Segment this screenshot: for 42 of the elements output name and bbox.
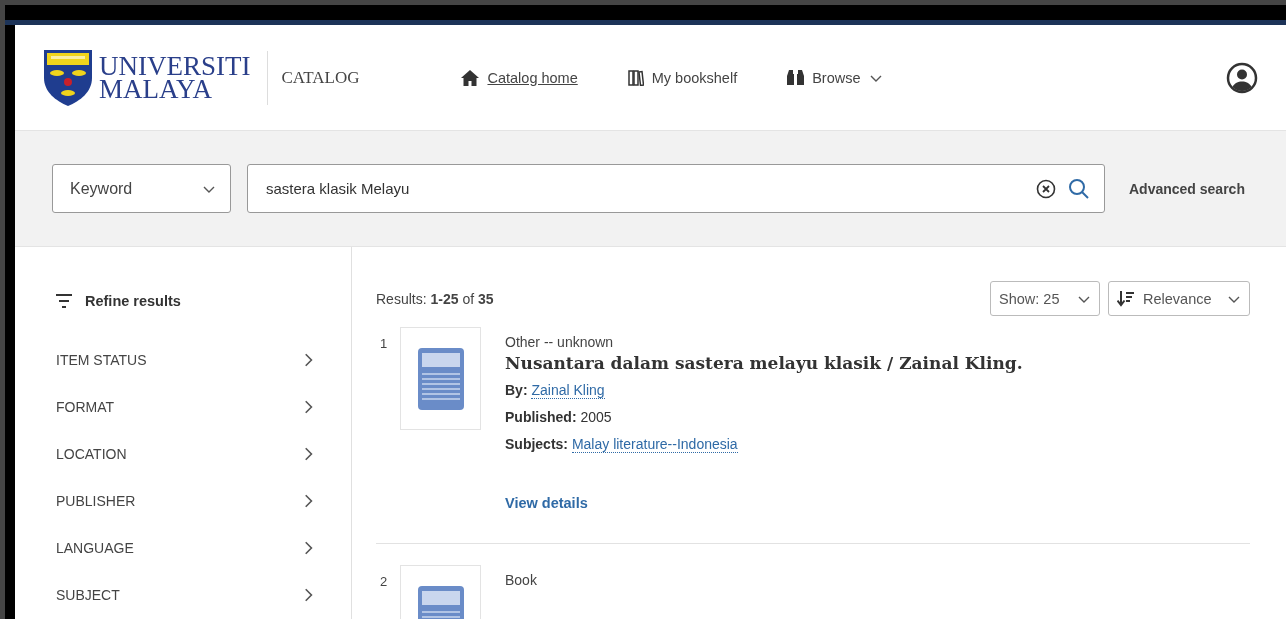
- field-link[interactable]: Zainal Kling: [531, 382, 605, 399]
- field-label: Published:: [505, 409, 577, 425]
- advanced-search-link[interactable]: Advanced search: [1129, 180, 1245, 197]
- format-label: Other -- unknown: [505, 334, 615, 350]
- facet-toggle[interactable]: LANGUAGE: [56, 524, 316, 571]
- field-label: By:: [505, 382, 528, 398]
- clear-icon[interactable]: [1036, 178, 1056, 199]
- catalog-label: CATALOG: [281, 67, 360, 88]
- field-label: Subjects:: [505, 436, 568, 452]
- search-input[interactable]: sastera klasik Melayu: [264, 179, 1024, 198]
- user-account-icon[interactable]: [1226, 61, 1258, 94]
- home-icon: [461, 69, 480, 86]
- facet-toggle[interactable]: FORMAT: [56, 383, 316, 430]
- result-number: 2: [380, 573, 389, 591]
- facet-toggle[interactable]: LOCATION: [56, 430, 316, 477]
- sort-icon: [1117, 290, 1135, 307]
- results-count: Results: 1-25 of 35: [376, 290, 494, 307]
- facet-toggle[interactable]: PUBLISHER: [56, 477, 316, 524]
- facet-toggle[interactable]: SUBJECT: [56, 571, 316, 618]
- result-title[interactable]: Nusantara dalam sastera melayu klasik / Zainal Kling.: [505, 353, 1023, 373]
- facet-toggle[interactable]: ITEM STATUS: [56, 336, 316, 383]
- field-link[interactable]: Malay literature--Indonesia: [571, 436, 738, 453]
- books-icon: [627, 69, 644, 86]
- document-icon: [417, 347, 464, 410]
- filter-icon: [56, 294, 72, 308]
- search-type-select[interactable]: Keyword: [52, 164, 231, 213]
- binoculars-icon: [787, 70, 805, 85]
- nav-link[interactable]: Catalog home: [461, 69, 578, 86]
- search-icon[interactable]: [1068, 177, 1090, 200]
- nav-link[interactable]: Browse: [787, 69, 883, 86]
- nav-link[interactable]: My bookshelf: [627, 69, 738, 86]
- format-label: Book: [505, 572, 537, 588]
- refine-results-title: Refine results: [85, 293, 181, 309]
- field-value: 2005: [580, 409, 612, 425]
- sort-select[interactable]: Relevance: [1108, 281, 1250, 316]
- university-name: UNIVERSITI MALAYA: [99, 54, 251, 101]
- cover-thumbnail[interactable]: [400, 327, 481, 430]
- crest-logo: [43, 48, 93, 107]
- search-field[interactable]: sastera klasik Melayu: [247, 164, 1105, 213]
- view-details-link[interactable]: View details: [505, 495, 1023, 511]
- page-size-select[interactable]: Show: 25: [990, 281, 1100, 316]
- result-number: 1: [380, 335, 389, 353]
